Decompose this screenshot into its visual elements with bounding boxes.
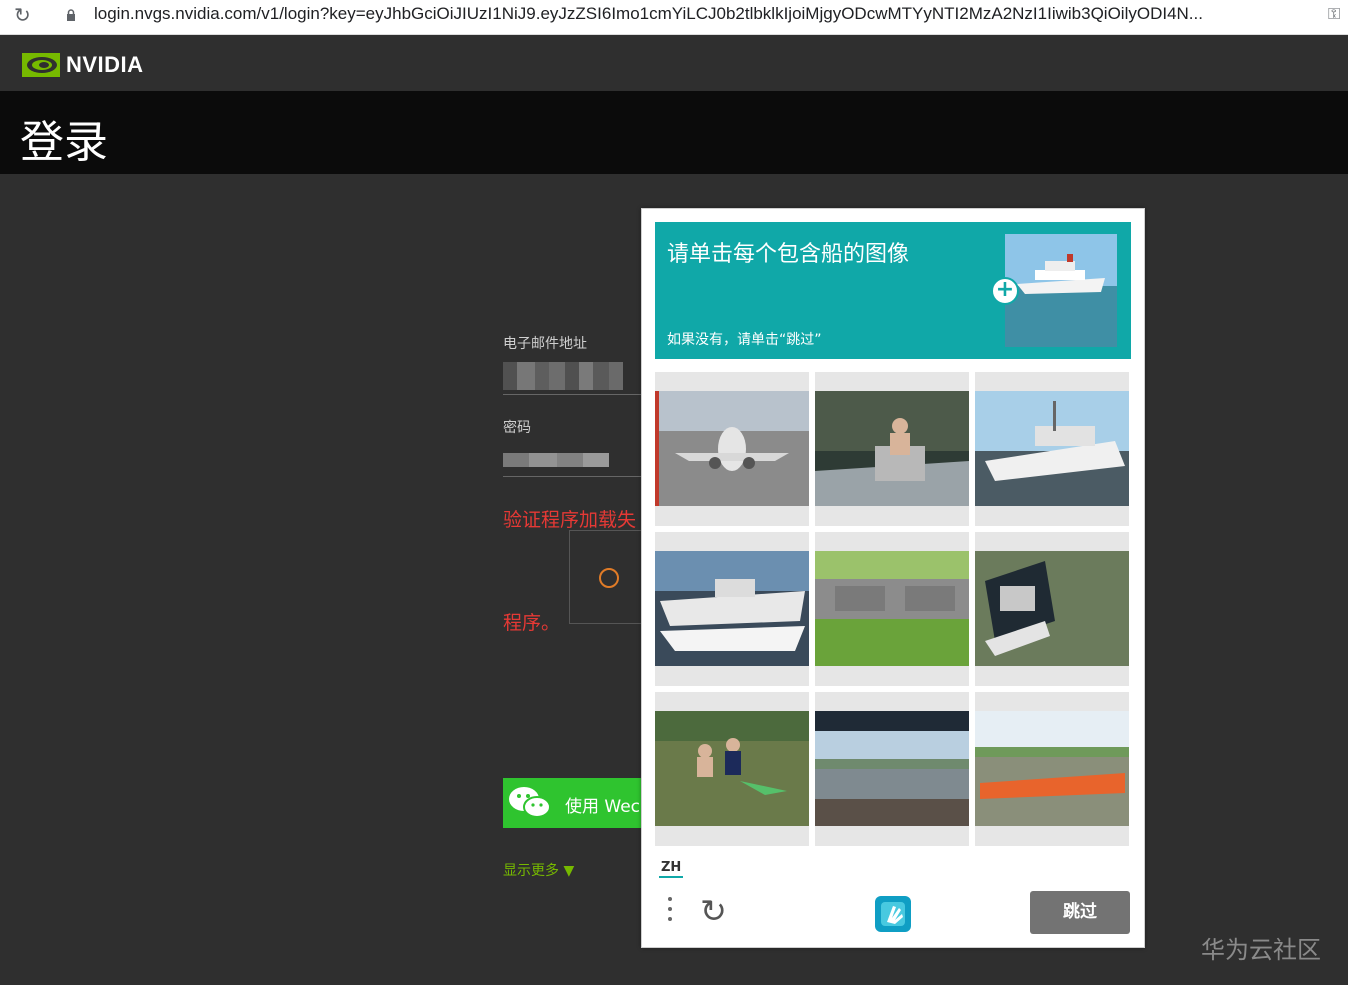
captcha-tile-yacht-harbor[interactable]	[975, 372, 1129, 526]
brand-name: NVIDIA	[66, 52, 144, 77]
error-message-line2: 程序。	[503, 612, 561, 634]
wechat-icon	[509, 787, 551, 818]
captcha-tile-motorboat[interactable]	[975, 532, 1129, 686]
title-bar: 登录	[0, 91, 1348, 174]
captcha-challenge: 请单击每个包含船的图像 如果没有，请单击“跳过” + ZH ↻ 跳过	[641, 208, 1145, 948]
reload-icon[interactable]: ↻	[14, 3, 31, 27]
captcha-tile-airplane[interactable]	[655, 372, 809, 526]
menu-dots-icon[interactable]	[668, 897, 674, 927]
captcha-tile-speedboat-marina[interactable]	[655, 532, 809, 686]
error-message-line1: 验证程序加载失	[503, 509, 637, 531]
lock-icon	[67, 9, 75, 21]
email-underline	[503, 394, 641, 395]
password-underline	[503, 476, 641, 477]
loading-spinner-icon	[599, 568, 619, 588]
email-label: 电子邮件地址	[503, 336, 587, 352]
language-selector[interactable]: ZH	[659, 860, 684, 878]
wechat-label: 使用 Wec	[565, 797, 641, 817]
browser-address-bar: ↻ login.nvgs.nvidia.com/v1/login?key=eyJ…	[0, 0, 1348, 35]
url-field[interactable]: login.nvgs.nvidia.com/v1/login?key=eyJhb…	[94, 4, 1314, 24]
zoom-plus-icon[interactable]: +	[991, 277, 1019, 305]
nvidia-eye-icon	[22, 53, 60, 77]
password-label: 密码	[503, 420, 531, 436]
nvidia-logo[interactable]: NVIDIA	[22, 52, 144, 78]
refresh-icon[interactable]: ↻	[700, 895, 727, 927]
prompt-title: 请单击每个包含船的图像	[667, 242, 910, 267]
skip-button[interactable]: 跳过	[1030, 891, 1130, 934]
watermark: 华为云社区	[1201, 936, 1321, 964]
hcaptcha-logo-icon	[875, 896, 911, 932]
captcha-tile-freight-train[interactable]	[815, 532, 969, 686]
page-title: 登录	[20, 117, 108, 168]
email-field[interactable]	[503, 362, 639, 394]
wechat-login-button[interactable]: 使用 Wec	[503, 778, 643, 828]
show-more-link[interactable]: 显示更多 ▼	[503, 860, 574, 880]
prompt-subtitle: 如果没有，请单击“跳过”	[667, 332, 822, 348]
key-icon[interactable]: ⚿	[1328, 4, 1340, 24]
captcha-tile-man-in-boat[interactable]	[815, 372, 969, 526]
captcha-loading-box	[569, 530, 643, 624]
captcha-tile-dragon-boat-race[interactable]	[975, 692, 1129, 846]
captcha-tile-river-city[interactable]	[815, 692, 969, 846]
password-field[interactable]	[503, 452, 611, 468]
captcha-tile-people-in-water[interactable]	[655, 692, 809, 846]
challenge-prompt: 请单击每个包含船的图像 如果没有，请单击“跳过” +	[655, 222, 1131, 359]
example-ship-image[interactable]	[1005, 234, 1117, 347]
site-navbar: NVIDIA	[0, 35, 1348, 91]
